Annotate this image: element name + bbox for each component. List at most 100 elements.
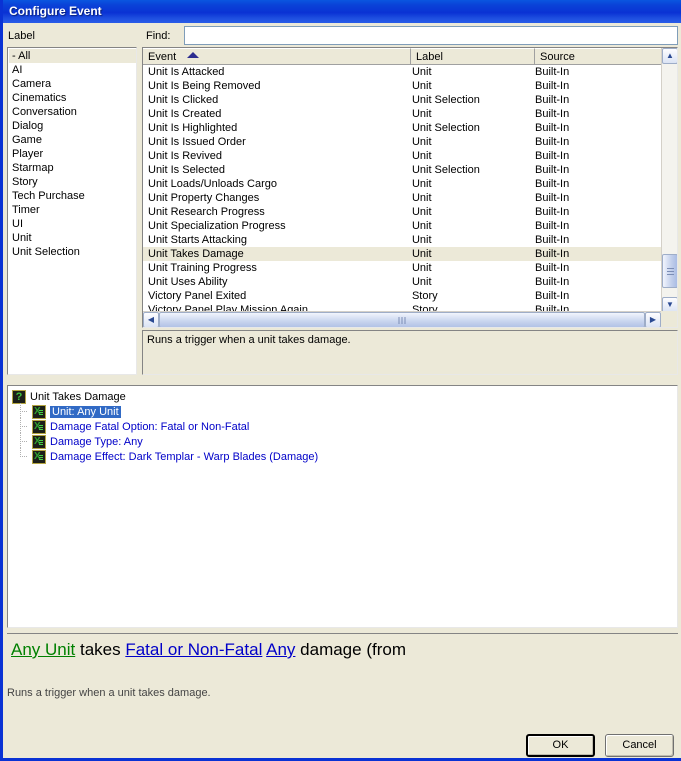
category-item-label: Unit (12, 232, 32, 244)
category-item[interactable]: AI (9, 63, 136, 77)
table-row[interactable]: Unit Property Changes Unit Built-In (143, 191, 661, 205)
event-description-panel: Runs a trigger when a unit takes damage. (142, 330, 678, 375)
table-row[interactable]: Unit Specialization Progress Unit Built-In (143, 219, 661, 233)
category-item[interactable]: Dialog (9, 119, 136, 133)
category-item-label: UI (12, 218, 23, 230)
table-row[interactable]: Unit Loads/Unloads Cargo Unit Built-In (143, 177, 661, 191)
category-item[interactable]: Tech Purchase (9, 189, 136, 203)
cell-source: Built-In (534, 122, 570, 134)
cell-source: Built-In (534, 108, 570, 120)
cell-label: Unit (411, 248, 432, 260)
column-header-event[interactable]: Event (143, 48, 411, 65)
category-item[interactable]: Story (9, 175, 136, 189)
cell-source: Built-In (534, 262, 570, 274)
table-row[interactable]: Unit Is Issued Order Unit Built-In (143, 135, 661, 149)
cell-event: Unit Is Attacked (148, 66, 225, 78)
cell-event: Unit Is Revived (148, 150, 222, 162)
preview-link-param[interactable]: Any (266, 640, 295, 659)
cell-label: Unit Selection (411, 94, 480, 106)
ok-button[interactable]: OK (526, 734, 595, 757)
event-parameter-tree[interactable]: ? Unit Takes Damage Unit: Any Unit Damage F… (7, 385, 678, 628)
column-header-label[interactable]: Label (411, 48, 535, 65)
cell-source: Built-In (534, 66, 570, 78)
table-row[interactable]: Unit Is Clicked Unit Selection Built-In (143, 93, 661, 107)
category-list[interactable]: - All AI Camera Cinematics Conversation Dialo… (7, 47, 137, 375)
category-item-label: Dialog (12, 120, 44, 132)
vertical-scroll-thumb[interactable] (662, 254, 677, 288)
table-row[interactable]: Unit Is Highlighted Unit Selection Built-I… (143, 121, 661, 135)
category-item[interactable]: Cinematics (9, 91, 136, 105)
category-item[interactable]: Conversation (9, 105, 136, 119)
cell-label: Unit (411, 234, 432, 246)
category-item[interactable]: Game (9, 133, 136, 147)
event-list-panel[interactable]: Event Label Source Unit Is Attacked Unit B… (142, 47, 678, 328)
event-list-vertical-scrollbar[interactable]: ▲ ▼ (661, 48, 677, 313)
column-header-label-label: Label (416, 51, 443, 63)
event-preview-text[interactable]: Any Unit takes Fatal or Non-Fatal Any da… (11, 639, 674, 661)
table-row[interactable]: Unit Research Progress Unit Built-In (143, 205, 661, 219)
table-row[interactable]: Unit Is Selected Unit Selection Built-In (143, 163, 661, 177)
tree-parameter-item[interactable]: Unit: Any Unit (8, 403, 677, 419)
table-row[interactable]: Unit Is Attacked Unit Built-In (143, 65, 661, 79)
table-row[interactable]: Unit Uses Ability Unit Built-In (143, 275, 661, 289)
tree-root-item[interactable]: ? Unit Takes Damage (8, 389, 677, 404)
tree-parameter-item[interactable]: Damage Effect: Dark Templar - Warp Blade… (8, 448, 677, 464)
cell-source: Built-In (534, 276, 570, 288)
event-list-header: Event Label Source (143, 48, 677, 65)
sort-ascending-icon (187, 52, 200, 58)
table-row[interactable]: Unit Is Being Removed Unit Built-In (143, 79, 661, 93)
category-item[interactable]: Camera (9, 77, 136, 91)
category-item-label: Starmap (12, 162, 54, 174)
cancel-button[interactable]: Cancel (605, 734, 674, 757)
cell-event: Unit Is Being Removed (148, 80, 261, 92)
cell-label: Unit (411, 150, 432, 162)
chevron-right-icon: ▶ (649, 315, 657, 324)
table-row[interactable]: Unit Takes Damage Unit Built-In (143, 247, 661, 261)
cell-event: Unit Property Changes (148, 192, 260, 204)
category-item-label: Tech Purchase (12, 190, 85, 202)
category-item[interactable]: UI (9, 217, 136, 231)
cell-source: Built-In (534, 248, 570, 260)
category-item-label: Timer (12, 204, 40, 216)
category-item[interactable]: Unit Selection (9, 245, 136, 259)
table-row[interactable]: Unit Is Created Unit Built-In (143, 107, 661, 121)
variable-icon (32, 419, 46, 434)
scroll-up-button[interactable]: ▲ (662, 48, 677, 64)
cell-source: Built-In (534, 290, 570, 302)
category-item[interactable]: Timer (9, 203, 136, 217)
scroll-left-button[interactable]: ◀ (143, 312, 159, 327)
event-list-horizontal-scrollbar[interactable]: ◀ ▶ (143, 311, 661, 327)
table-row[interactable]: Unit Starts Attacking Unit Built-In (143, 233, 661, 247)
tree-parameter-label: Unit: Any Unit (50, 405, 121, 418)
title-bar: Configure Event (3, 0, 681, 23)
variable-icon (32, 449, 46, 464)
cell-event: Unit Specialization Progress (148, 220, 286, 232)
scroll-thumb-grip (667, 268, 674, 275)
find-input[interactable] (184, 26, 678, 45)
cell-source: Built-In (534, 192, 570, 204)
cell-event: Unit Uses Ability (148, 276, 228, 288)
category-item[interactable]: Player (9, 147, 136, 161)
table-row[interactable]: Unit Is Revived Unit Built-In (143, 149, 661, 163)
find-caption: Find: (146, 30, 171, 42)
scroll-right-button[interactable]: ▶ (645, 312, 661, 327)
table-row[interactable]: Unit Training Progress Unit Built-In (143, 261, 661, 275)
column-header-source[interactable]: Source (535, 48, 677, 65)
tree-parameter-label: Damage Effect: Dark Templar - Warp Blade… (50, 450, 319, 463)
preview-link-unit[interactable]: Any Unit (11, 640, 75, 659)
category-item[interactable]: Starmap (9, 161, 136, 175)
preview-link-param[interactable]: Fatal or Non-Fatal (125, 640, 262, 659)
table-row[interactable]: Victory Panel Exited Story Built-In (143, 289, 661, 303)
cell-label: Unit (411, 66, 432, 78)
h-scroll-thumb-grip (398, 317, 406, 324)
cell-event: Unit Takes Damage (148, 248, 244, 260)
horizontal-scroll-thumb[interactable] (159, 312, 645, 327)
cell-source: Built-In (534, 220, 570, 232)
variable-icon (32, 404, 46, 419)
category-item[interactable]: - All (9, 49, 136, 63)
tree-parameter-item[interactable]: Damage Fatal Option: Fatal or Non-Fatal (8, 418, 677, 434)
event-preview-panel: Any Unit takes Fatal or Non-Fatal Any da… (7, 633, 678, 681)
event-list-rows[interactable]: Unit Is Attacked Unit Built-In Unit Is Bein… (143, 65, 661, 313)
category-item[interactable]: Unit (9, 231, 136, 245)
tree-parameter-item[interactable]: Damage Type: Any (8, 433, 677, 449)
